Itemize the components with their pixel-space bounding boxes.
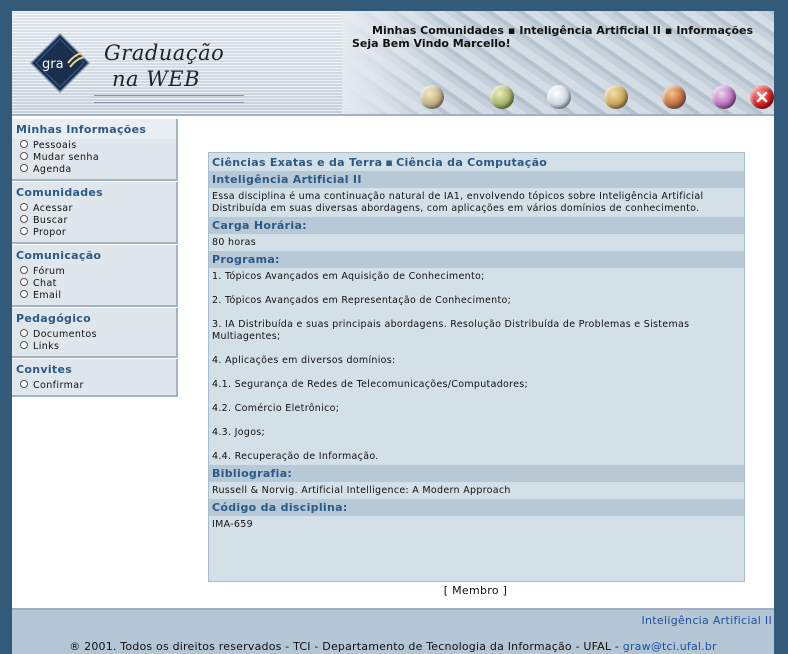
logo-diamond-icon[interactable]: gra <box>30 33 90 93</box>
sidebar-item-acessar[interactable]: Acessar <box>20 203 176 215</box>
radio-bullet-icon <box>20 152 28 160</box>
footer-course-link[interactable]: Inteligência Artificial II <box>641 614 772 627</box>
header-divider <box>12 114 774 116</box>
sidebar-item-confirmar[interactable]: Confirmar <box>20 380 176 392</box>
bibliography-label: Bibliografia: <box>209 465 744 482</box>
radio-bullet-icon <box>20 341 28 349</box>
course-description: Essa disciplina é uma continuação natura… <box>212 191 704 214</box>
sidebar-section-comunidades: Comunidades Acessar Buscar Propor <box>12 182 178 244</box>
site-footer: Inteligência Artificial II ® 2001. Todos… <box>12 608 774 654</box>
program-item: 4. Aplicações em diversos domínios: <box>212 355 396 366</box>
sidebar-section-pedagogico: Pedagógico Documentos Links <box>12 308 178 358</box>
logo-underline <box>94 95 244 103</box>
program-list: 1. Tópicos Avançados em Aquisição de Con… <box>209 268 744 465</box>
logo-text-line2: na WEB <box>112 67 201 91</box>
sidebar-section-convites: Convites Confirmar <box>12 359 178 397</box>
course-code-label: Código da disciplina: <box>209 499 744 516</box>
people-icon[interactable] <box>420 85 444 109</box>
program-item: 2. Tópicos Avançados em Representação de… <box>212 295 512 306</box>
radio-bullet-icon <box>20 266 28 274</box>
sidebar-item-links[interactable]: Links <box>20 341 176 353</box>
sidebar-item-propor[interactable]: Propor <box>20 227 176 239</box>
program-item: 4.2. Comércio Eletrônico; <box>212 403 340 414</box>
sidebar-section-minhas-informacoes: Minhas Informações Pessoais Mudar senha … <box>12 119 178 181</box>
breadcrumb: Ciências Exatas e da Terra ▪ Ciência da Co… <box>209 153 744 171</box>
nav-separator: ▪ <box>507 24 516 37</box>
nav-separator: ▪ <box>664 24 673 37</box>
sidebar-section-title: Comunidades <box>16 186 104 199</box>
program-item: 4.4. Recuperação de Informação. <box>212 451 379 462</box>
contact-email-link[interactable]: graw@tci.ufal.br <box>623 640 717 653</box>
radio-bullet-icon <box>20 215 28 223</box>
bibliography-value: Russell & Norvig. Artificial Intelligenc… <box>212 485 511 496</box>
sidebar-section-title: Pedagógico <box>16 312 91 325</box>
sidebar-item-chat[interactable]: Chat <box>20 278 176 290</box>
radio-bullet-icon <box>20 140 28 148</box>
sidebar-item-pessoais[interactable]: Pessoais <box>20 140 176 152</box>
program-item: 3. IA Distribuída e suas principais abor… <box>212 319 690 342</box>
site-header: gra Graduação na WEB Minhas Comunidades ▪… <box>12 11 774 116</box>
documents-icon[interactable] <box>604 85 628 109</box>
nav-link-informacoes[interactable]: Informações <box>676 24 753 37</box>
sidebar-item-documentos[interactable]: Documentos <box>20 329 176 341</box>
sidebar-item-buscar[interactable]: Buscar <box>20 215 176 227</box>
book-icon[interactable] <box>547 85 571 109</box>
sidebar-item-mudar-senha[interactable]: Mudar senha <box>20 152 176 164</box>
footer-copyright: ® 2001. Todos os direitos reservados - T… <box>12 640 774 653</box>
logo-text-line1: Graduação <box>104 41 225 65</box>
toolbar <box>416 85 774 111</box>
radio-bullet-icon <box>20 329 28 337</box>
page-frame: gra Graduação na WEB Minhas Comunidades ▪… <box>12 11 774 654</box>
workload-value: 80 horas <box>212 237 257 248</box>
program-label: Programa: <box>209 251 744 268</box>
sidebar-item-agenda[interactable]: Agenda <box>20 164 176 176</box>
breadcrumb-separator: ▪ <box>385 156 394 169</box>
top-navigation: Minhas Comunidades ▪ Inteligência Artifici… <box>372 24 753 37</box>
radio-bullet-icon <box>20 278 28 286</box>
radio-bullet-icon <box>20 380 28 388</box>
sidebar-item-email[interactable]: Email <box>20 290 176 302</box>
radio-bullet-icon <box>20 227 28 235</box>
sidebar-section-title: Convites <box>16 363 73 376</box>
close-icon[interactable] <box>750 85 774 109</box>
breadcrumb-area[interactable]: Ciências Exatas e da Terra <box>212 156 382 169</box>
radio-bullet-icon <box>20 290 28 298</box>
sidebar-section-title: Comunicação <box>16 249 102 262</box>
tools-icon[interactable] <box>490 85 514 109</box>
user-icon[interactable] <box>662 85 686 109</box>
course-details-panel: Ciências Exatas e da Terra ▪ Ciência da Co… <box>208 152 745 582</box>
sidebar-item-forum[interactable]: Fórum <box>20 266 176 278</box>
program-item: 1. Tópicos Avançados em Aquisição de Con… <box>212 271 485 282</box>
sidebar: Minhas Informações Pessoais Mudar senha … <box>12 119 178 398</box>
copyright-text: ® 2001. Todos os direitos reservados - T… <box>69 640 623 653</box>
sidebar-section-comunicacao: Comunicação Fórum Chat Email <box>12 245 178 307</box>
notebook-icon[interactable] <box>712 85 736 109</box>
radio-bullet-icon <box>20 164 28 172</box>
sidebar-section-title: Minhas Informações <box>12 119 176 139</box>
nav-link-course[interactable]: Inteligência Artificial II <box>519 24 661 37</box>
nav-link-comunidades[interactable]: Minhas Comunidades <box>372 24 504 37</box>
welcome-message: Seja Bem Vindo Marcello! <box>352 37 511 50</box>
program-item: 4.3. Jogos; <box>212 427 266 438</box>
logo-prefix: gra <box>42 57 64 72</box>
radio-bullet-icon <box>20 203 28 211</box>
course-title: Inteligência Artificial II <box>209 171 744 188</box>
breadcrumb-subarea[interactable]: Ciência da Computação <box>396 156 547 169</box>
membro-link[interactable]: [ Membro ] <box>208 584 743 597</box>
workload-label: Carga Horária: <box>209 217 744 234</box>
program-item: 4.1. Segurança de Redes de Telecomunicaç… <box>212 379 529 390</box>
course-code-value: IMA-659 <box>212 519 253 530</box>
